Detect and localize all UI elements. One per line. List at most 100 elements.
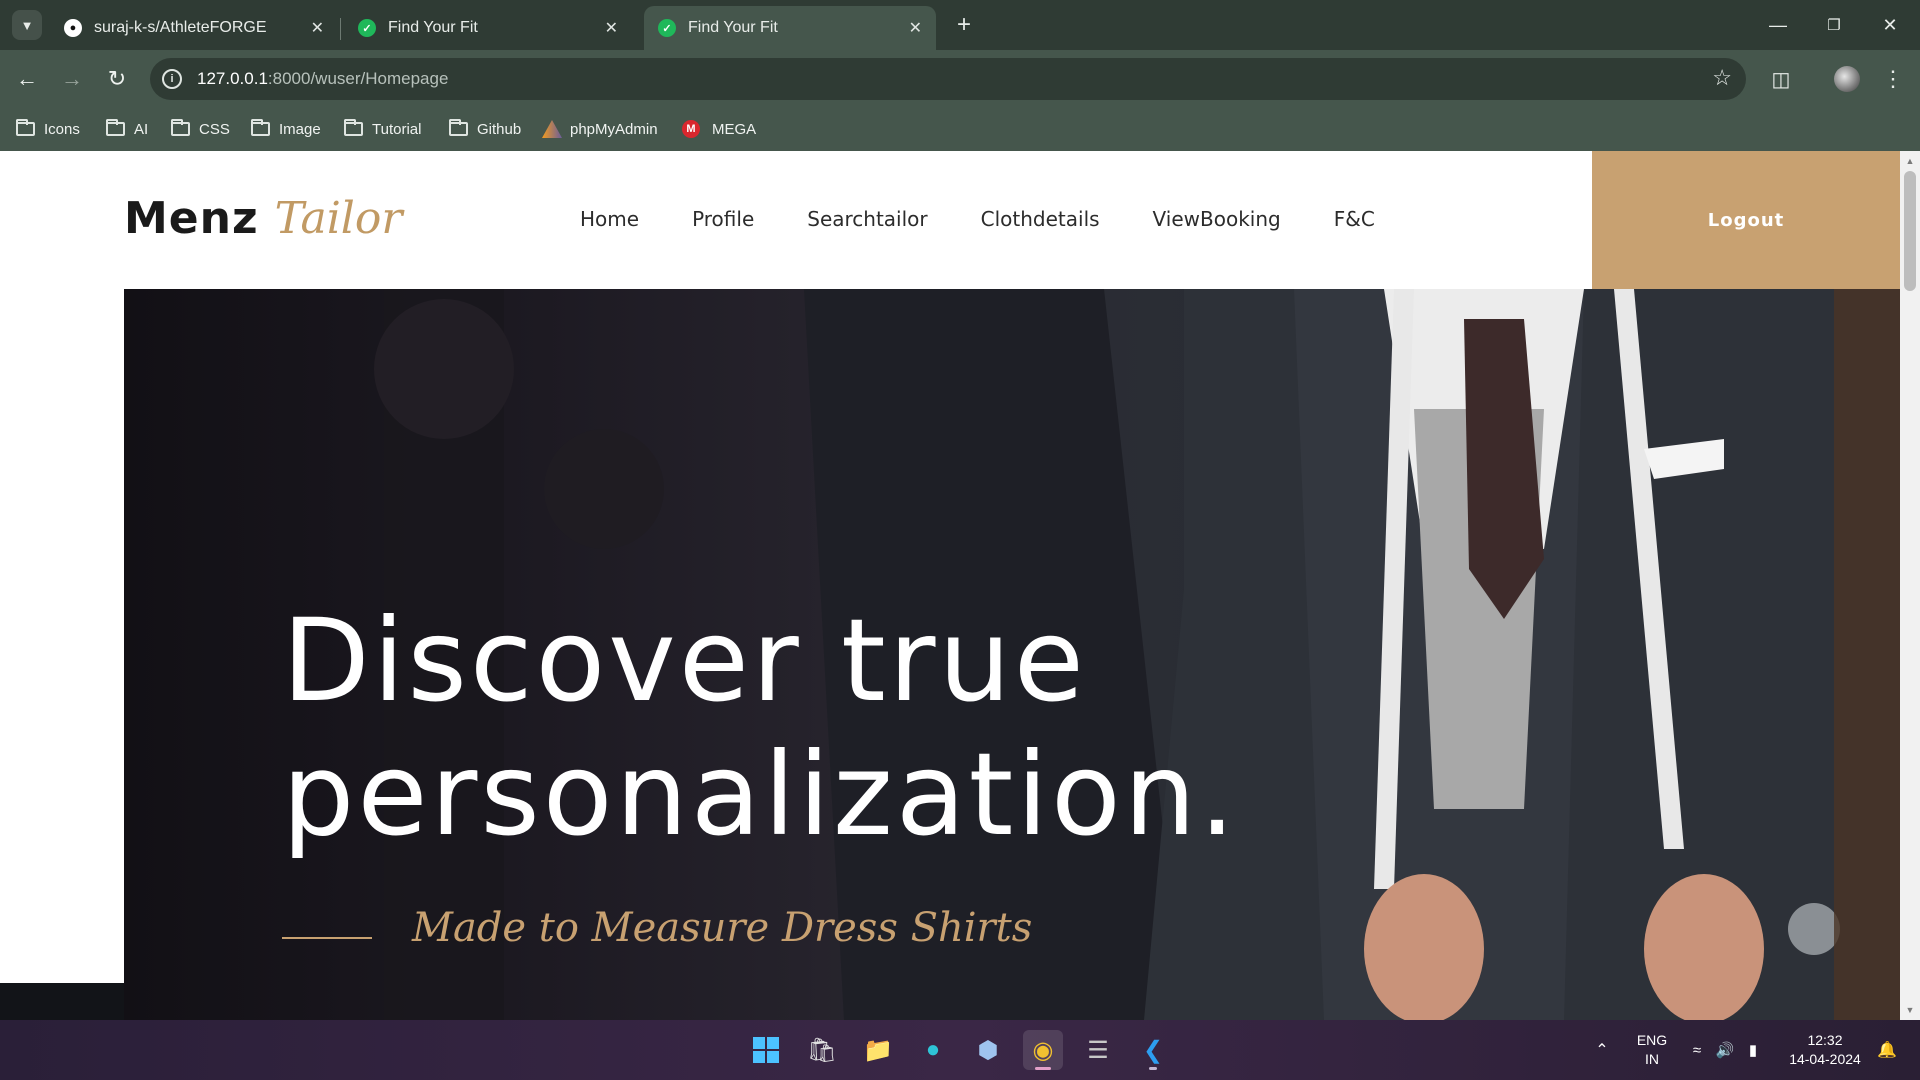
extensions-icon[interactable]: ◫	[1766, 64, 1796, 94]
address-bar[interactable]: i 127.0.0.1:8000/wuser/Homepage ☆	[150, 58, 1746, 100]
logo-tailor-text: Tailor	[274, 193, 403, 244]
database-icon[interactable]: ☰	[1078, 1030, 1118, 1070]
tab-separator	[340, 18, 341, 40]
url-path: :8000/wuser/Homepage	[267, 69, 449, 88]
phpmyadmin-icon	[542, 120, 562, 138]
hero-divider	[282, 937, 372, 939]
back-button[interactable]: ←	[12, 64, 42, 94]
edge-icon[interactable]: ●	[913, 1030, 953, 1070]
restore-button[interactable]: ❐	[1806, 0, 1862, 50]
hero-title-line2: personalization.	[282, 728, 1239, 861]
main-nav: Home Profile Searchtailor Clothdetails V…	[580, 207, 1428, 231]
tray-overflow-icon[interactable]: ⌃	[1586, 1020, 1618, 1080]
new-tab-button[interactable]: +	[949, 10, 979, 40]
vscode-icon[interactable]: ❮	[1133, 1030, 1173, 1070]
tab-find-your-fit-1[interactable]: ✓ Find Your Fit ✕	[344, 6, 632, 50]
file-explorer-icon[interactable]: 📁	[858, 1030, 898, 1070]
volume-icon[interactable]: 🔊	[1712, 1020, 1738, 1080]
virtualbox-icon[interactable]: ⬢	[968, 1030, 1008, 1070]
site-info-icon[interactable]: i	[162, 69, 182, 89]
tab-title: Find Your Fit	[688, 19, 778, 36]
language-line2: IN	[1645, 1051, 1659, 1067]
folder-icon	[106, 119, 125, 136]
page-scrollbar[interactable]: ▲ ▼	[1900, 151, 1920, 1020]
bookmark-label: MEGA	[712, 120, 757, 138]
bookmark-star-icon[interactable]: ☆	[1712, 65, 1732, 91]
bookmark-phpmyadmin[interactable]: phpMyAdmin	[542, 116, 658, 142]
scroll-up-arrow-icon[interactable]: ▲	[1900, 153, 1920, 169]
page-viewport: Menz Tailor Home Profile Searchtailor Cl…	[0, 151, 1920, 1020]
microsoft-store-icon[interactable]: 🛍	[802, 1030, 842, 1070]
bookmark-ai[interactable]: AI	[106, 116, 148, 142]
bookmark-label: CSS	[199, 120, 230, 138]
nav-clothdetails[interactable]: Clothdetails	[981, 207, 1100, 231]
tab-github[interactable]: ● suraj-k-s/AthleteFORGE ✕	[50, 6, 338, 50]
folder-icon	[16, 119, 35, 136]
clock-date: 14-04-2024	[1789, 1051, 1861, 1067]
profile-avatar[interactable]	[1834, 66, 1860, 92]
hero-subtitle: Made to Measure Dress Shirts	[412, 905, 1033, 951]
github-icon: ●	[64, 19, 82, 37]
mega-icon: M	[682, 120, 700, 138]
windows-start-icon[interactable]	[746, 1030, 786, 1070]
browser-tab-bar: ▼ ● suraj-k-s/AthleteFORGE ✕ ✓ Find Your…	[0, 0, 1920, 50]
logout-button[interactable]: Logout	[1592, 151, 1900, 289]
close-icon[interactable]: ✕	[605, 18, 618, 38]
minimize-button[interactable]: —	[1750, 0, 1806, 50]
folder-icon	[344, 119, 363, 136]
bookmarks-bar: Icons AI CSS Image Tutorial Github phpMy…	[0, 108, 1920, 151]
bookmark-icons[interactable]: Icons	[16, 116, 80, 142]
chrome-icon[interactable]: ◉	[1023, 1030, 1063, 1070]
bookmark-label: Icons	[44, 120, 80, 138]
clock[interactable]: 12:32 14-04-2024	[1782, 1020, 1868, 1080]
browser-toolbar: ← → ↻ i 127.0.0.1:8000/wuser/Homepage ☆ …	[0, 50, 1920, 108]
site-header: Menz Tailor Home Profile Searchtailor Cl…	[0, 151, 1900, 289]
wifi-icon[interactable]: ≈	[1684, 1020, 1710, 1080]
clock-time: 12:32	[1807, 1032, 1843, 1048]
running-app-indicator	[1149, 1067, 1157, 1070]
scroll-thumb[interactable]	[1904, 171, 1916, 291]
hero-title: Discover true personalization.	[282, 594, 1238, 862]
check-circle-icon: ✓	[358, 19, 376, 37]
tab-title: Find Your Fit	[388, 19, 478, 36]
folder-icon	[449, 119, 468, 136]
menu-kebab-icon[interactable]: ⋮	[1878, 64, 1908, 94]
nav-searchtailor[interactable]: Searchtailor	[807, 207, 927, 231]
bookmark-image[interactable]: Image	[251, 116, 321, 142]
bookmark-label: Github	[477, 120, 522, 138]
bookmark-github[interactable]: Github	[449, 116, 521, 142]
logo-menz-text: Menz	[124, 193, 259, 244]
language-indicator[interactable]: ENG IN	[1628, 1020, 1676, 1080]
notification-bell-icon[interactable]: 🔔	[1872, 1020, 1902, 1080]
url-host: 127.0.0.1	[197, 69, 268, 88]
forward-button[interactable]: →	[57, 64, 87, 94]
active-app-indicator	[1035, 1067, 1051, 1070]
url-text[interactable]: 127.0.0.1:8000/wuser/Homepage	[197, 69, 448, 89]
close-icon[interactable]: ✕	[311, 18, 324, 38]
bookmark-label: Tutorial	[372, 120, 422, 138]
tab-search-button[interactable]: ▼	[12, 10, 42, 40]
windows-taskbar: 🛍 📁 ● ⬢ ◉ ☰ ❮ ⌃ ENG IN ≈ 🔊 ▮ 12:32 14-04-2…	[0, 1020, 1920, 1080]
nav-home[interactable]: Home	[580, 207, 639, 231]
nav-profile[interactable]: Profile	[692, 207, 754, 231]
nav-viewbooking[interactable]: ViewBooking	[1153, 207, 1281, 231]
bookmark-tutorial[interactable]: Tutorial	[344, 116, 421, 142]
reload-button[interactable]: ↻	[102, 64, 132, 94]
nav-fandc[interactable]: F&C	[1334, 207, 1375, 231]
scroll-down-arrow-icon[interactable]: ▼	[1900, 1002, 1920, 1018]
bookmark-css[interactable]: CSS	[171, 116, 230, 142]
bookmark-label: phpMyAdmin	[570, 120, 658, 138]
bookmark-mega[interactable]: M MEGA	[682, 116, 756, 142]
close-icon[interactable]: ✕	[909, 18, 922, 38]
site-logo[interactable]: Menz Tailor	[124, 193, 402, 244]
battery-icon[interactable]: ▮	[1740, 1020, 1766, 1080]
language-line1: ENG	[1636, 1032, 1668, 1048]
tab-title: suraj-k-s/AthleteFORGE	[94, 19, 267, 36]
close-window-button[interactable]: ✕	[1862, 0, 1918, 50]
footer-strip	[0, 983, 124, 1020]
bookmark-label: AI	[134, 120, 149, 138]
hero-banner: Discover true personalization. Made to M…	[124, 289, 1900, 1020]
tab-find-your-fit-2[interactable]: ✓ Find Your Fit ✕	[644, 6, 936, 50]
check-circle-icon: ✓	[658, 19, 676, 37]
folder-icon	[251, 119, 270, 136]
